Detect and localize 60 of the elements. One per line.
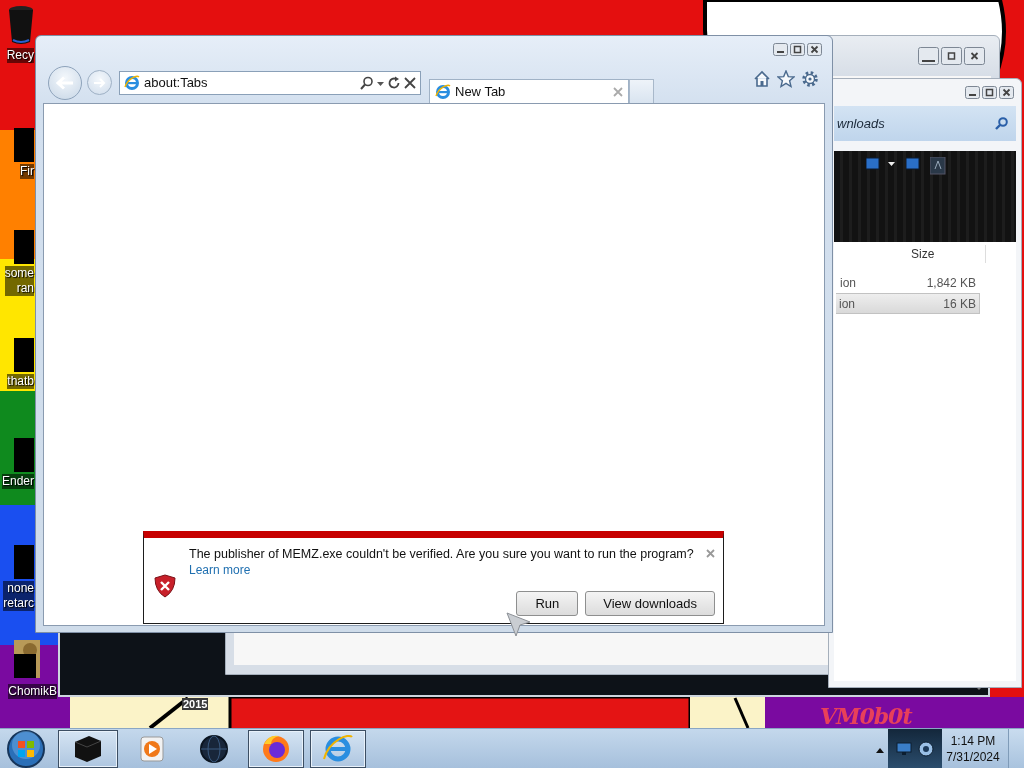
close-icon[interactable] [807, 42, 822, 56]
file-row[interactable]: ion 1,842 KB [836, 272, 980, 293]
wallpaper-text: 2015 [182, 698, 209, 710]
start-icon [6, 728, 46, 768]
address-field[interactable]: about:Tabs [144, 75, 360, 90]
browser-icon [124, 74, 140, 91]
dialog-button[interactable]: Run [516, 591, 579, 616]
dialog-button[interactable]: View downloads [585, 591, 715, 616]
table-cell: ion [840, 275, 856, 290]
star-icon[interactable] [777, 69, 795, 88]
learn-more-link[interactable]: Learn more [189, 563, 251, 577]
taskbar-button[interactable] [248, 729, 304, 768]
table-cell: ion [839, 296, 855, 311]
file-row[interactable]: ion 16 KB [836, 293, 980, 314]
icon-label[interactable]: some ran [4, 266, 34, 296]
shield-icon [154, 573, 176, 598]
refresh-icon[interactable] [387, 75, 401, 90]
maximize-icon[interactable] [941, 47, 962, 65]
start-button[interactable] [6, 728, 46, 768]
pane-icon[interactable] [906, 157, 920, 171]
icon-label[interactable]: Fir [20, 164, 34, 179]
close-icon[interactable] [964, 47, 985, 65]
close-icon[interactable] [999, 86, 1014, 99]
search-icon[interactable] [995, 117, 1008, 130]
icon-label[interactable]: Recy [6, 48, 34, 63]
clock-time[interactable]: 1:14 PM [950, 732, 996, 749]
browser-icon [435, 83, 451, 100]
table-cell: 1,842 KB [926, 275, 976, 290]
icon-label[interactable]: thatb [7, 374, 34, 389]
notification-message: The publisher of MEMZ.exe couldn't be verified. Are you sure you want to run the program? [189, 547, 695, 561]
maximize-icon[interactable] [982, 86, 997, 99]
arrow-left-icon [56, 75, 74, 90]
clock-date[interactable]: 7/31/2024 [946, 748, 1000, 765]
arrow-right-icon [93, 77, 106, 88]
taskbar-button[interactable] [58, 729, 118, 768]
browser-tab[interactable]: New Tab [429, 79, 629, 103]
minimize-icon[interactable] [918, 47, 939, 65]
column-header[interactable]: Size [834, 242, 1016, 266]
maximize-icon[interactable] [790, 42, 805, 56]
icon-label[interactable]: ChomikB [8, 684, 57, 699]
address-bar[interactable]: about:Tabs [119, 70, 421, 95]
monitor-icon[interactable] [896, 741, 912, 756]
chevron-up-icon [876, 747, 884, 753]
wallpaper-text: VM0b0t [820, 703, 912, 729]
search-icon[interactable] [360, 75, 374, 90]
address-bar[interactable]: wnloads [834, 106, 1016, 141]
minimize-icon[interactable] [965, 86, 980, 99]
icon-label[interactable]: Ender [1, 474, 34, 489]
settings-icon[interactable] [801, 69, 819, 88]
column-title: Size [911, 247, 935, 261]
icon-label[interactable]: none retarc [3, 581, 34, 611]
view-icon[interactable] [866, 157, 896, 171]
stop-icon[interactable] [404, 76, 416, 89]
cursor-icon [506, 612, 532, 638]
taskbar-button[interactable] [310, 729, 366, 768]
home-icon[interactable] [753, 69, 771, 88]
table-cell: 16 KB [943, 296, 976, 311]
bin-icon[interactable] [8, 4, 34, 46]
minimize-icon[interactable] [773, 42, 788, 56]
address-text: wnloads [837, 116, 885, 131]
